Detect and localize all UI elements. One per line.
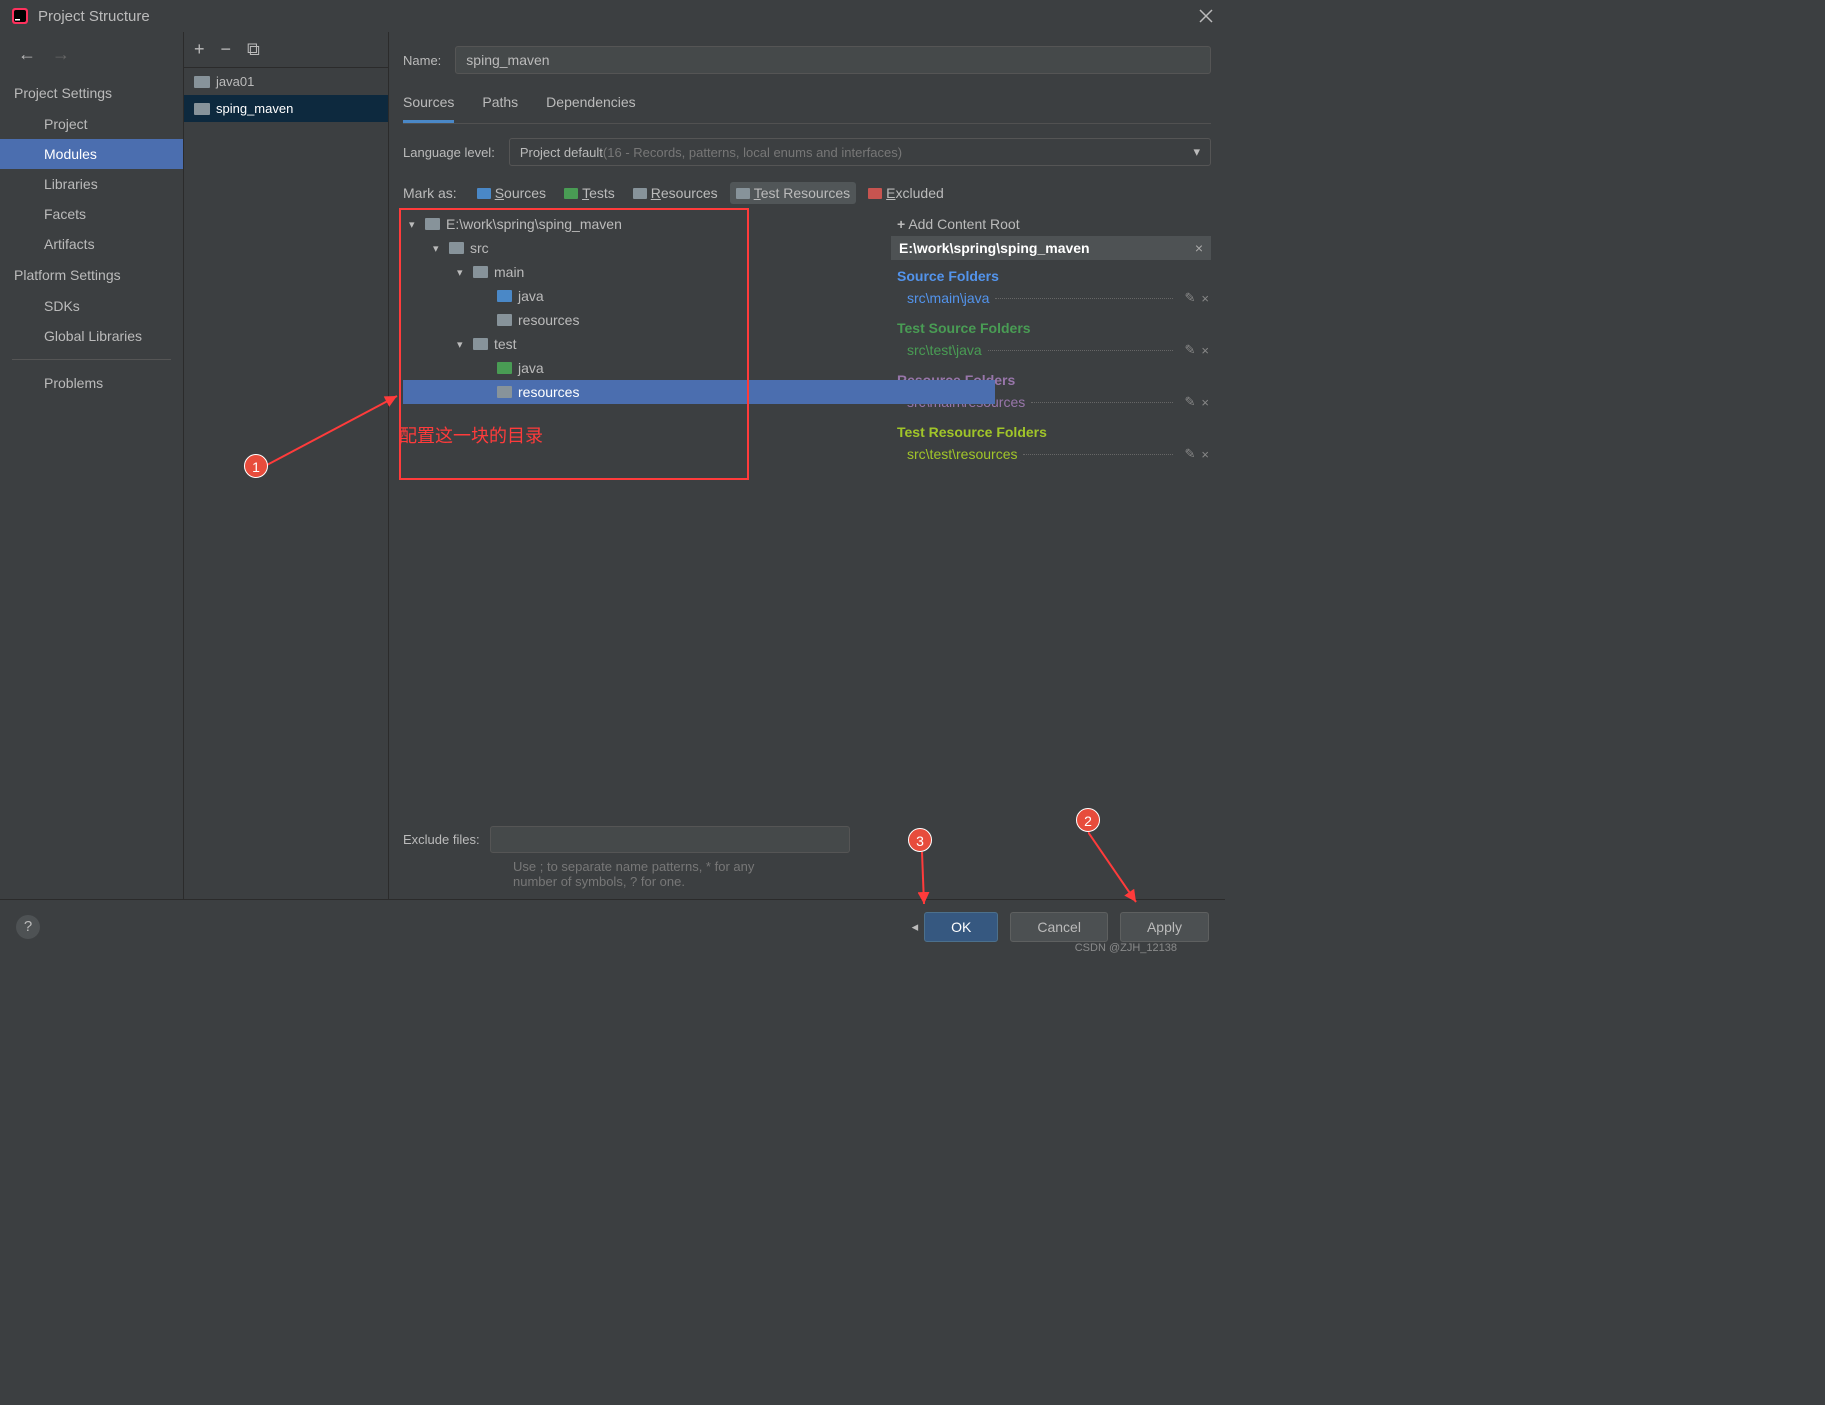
tree-row[interactable]: ▾E:\work\spring\sping_maven: [403, 212, 885, 236]
folder-section: Test Resource Folderssrc\test\resources✎…: [891, 416, 1211, 468]
sidebar-divider: [12, 359, 171, 360]
edit-icon[interactable]: ✎: [1185, 394, 1196, 410]
sidebar-item-global-libraries[interactable]: Global Libraries: [0, 321, 183, 351]
folder-icon: [194, 76, 210, 88]
close-icon[interactable]: [1199, 9, 1213, 23]
annotation-badge-1: 1: [244, 454, 268, 478]
mark-tests[interactable]: Tests: [558, 182, 621, 204]
remove-root-icon[interactable]: ×: [1195, 240, 1203, 256]
tree-row[interactable]: ▾main: [403, 260, 885, 284]
annotation-text-1: 配置这一块的目录: [399, 422, 885, 448]
language-level-label: Language level:: [403, 145, 495, 160]
edit-icon[interactable]: ✎: [1185, 290, 1196, 306]
module-item[interactable]: sping_maven: [184, 95, 388, 122]
folder-icon: [497, 386, 512, 398]
mark-resources[interactable]: Resources: [627, 182, 724, 204]
tree-row[interactable]: java: [403, 284, 885, 308]
section-platform-settings: Platform Settings: [0, 259, 183, 291]
sidebar-item-artifacts[interactable]: Artifacts: [0, 229, 183, 259]
annotation-badge-3: 3: [908, 828, 932, 852]
folder-icon: [473, 338, 488, 350]
sidebar-item-sdks[interactable]: SDKs: [0, 291, 183, 321]
exclude-hint: Use ; to separate name patterns, * for a…: [403, 859, 1211, 899]
section-project-settings: Project Settings: [0, 77, 183, 109]
nav-back-icon[interactable]: ←: [18, 44, 36, 65]
exclude-files-label: Exclude files:: [403, 832, 480, 847]
modules-column: + − ⧉ java01sping_maven: [184, 32, 389, 899]
sidebar-item-libraries[interactable]: Libraries: [0, 169, 183, 199]
module-item[interactable]: java01: [184, 68, 388, 95]
folder-icon: [477, 188, 491, 199]
folder-section: Test Source Folderssrc\test\java✎×: [891, 312, 1211, 364]
tree-row[interactable]: ▾src: [403, 236, 885, 260]
tree-row[interactable]: ▾test: [403, 332, 885, 356]
annotation-badge-2: 2: [1076, 808, 1100, 832]
close-icon[interactable]: ×: [1201, 395, 1209, 410]
watermark: CSDN @ZJH_12138: [1075, 942, 1177, 954]
edit-icon[interactable]: ✎: [1185, 446, 1196, 462]
mark-excluded[interactable]: Excluded: [862, 182, 950, 204]
sidebar-item-modules[interactable]: Modules: [0, 139, 183, 169]
chevron-down-icon: ▾: [409, 218, 419, 231]
edit-icon[interactable]: ✎: [1185, 342, 1196, 358]
tree-row[interactable]: java: [403, 356, 885, 380]
chevron-down-icon: ▾: [457, 266, 467, 279]
settings-sidebar: ← → Project Settings ProjectModulesLibra…: [0, 32, 184, 899]
add-content-root-button[interactable]: + Add Content Root: [891, 212, 1211, 236]
close-icon[interactable]: ×: [1201, 447, 1209, 462]
help-icon[interactable]: ?: [16, 915, 40, 939]
module-name-input[interactable]: [455, 46, 1211, 74]
apply-button[interactable]: Apply: [1120, 912, 1209, 942]
tab-paths[interactable]: Paths: [482, 94, 518, 123]
source-tree: ▾E:\work\spring\sping_maven▾src▾mainjava…: [403, 212, 885, 826]
chevron-down-icon: ▾: [457, 338, 467, 351]
module-tabs: Sources Paths Dependencies: [403, 94, 1211, 124]
folder-icon: [564, 188, 578, 199]
tab-dependencies[interactable]: Dependencies: [546, 94, 636, 123]
remove-module-icon[interactable]: −: [221, 39, 232, 60]
tree-row[interactable]: resources: [403, 380, 995, 404]
cancel-button[interactable]: Cancel: [1010, 912, 1108, 942]
folder-icon: [736, 188, 750, 199]
mark-sources[interactable]: Sources: [471, 182, 552, 204]
folder-icon: [633, 188, 647, 199]
folder-icon: [425, 218, 440, 230]
folder-section: Source Folderssrc\main\java✎×: [891, 260, 1211, 312]
tree-row[interactable]: resources: [403, 308, 885, 332]
content-root-path: E:\work\spring\sping_maven ×: [891, 236, 1211, 260]
exclude-files-input[interactable]: [490, 826, 850, 853]
window-title: Project Structure: [38, 8, 150, 25]
arrow-indicator-icon: ◂: [912, 919, 919, 935]
copy-module-icon[interactable]: ⧉: [247, 39, 260, 60]
folder-icon: [497, 362, 512, 374]
app-icon: [12, 8, 28, 24]
mark-test-resources[interactable]: Test Resources: [730, 182, 856, 204]
sidebar-item-facets[interactable]: Facets: [0, 199, 183, 229]
close-icon[interactable]: ×: [1201, 291, 1209, 306]
folder-icon: [497, 290, 512, 302]
folder-icon: [497, 314, 512, 326]
sidebar-item-project[interactable]: Project: [0, 109, 183, 139]
add-module-icon[interactable]: +: [194, 39, 205, 60]
name-label: Name:: [403, 53, 441, 68]
folder-icon: [449, 242, 464, 254]
language-level-select[interactable]: Project default (16 - Records, patterns,…: [509, 138, 1211, 166]
tab-sources[interactable]: Sources: [403, 94, 454, 123]
close-icon[interactable]: ×: [1201, 343, 1209, 358]
sidebar-item-problems[interactable]: Problems: [0, 368, 183, 398]
chevron-down-icon: ▾: [433, 242, 443, 255]
folder-icon: [868, 188, 882, 199]
folder-icon: [473, 266, 488, 278]
chevron-down-icon: ▾: [1193, 144, 1200, 160]
ok-button[interactable]: OK: [924, 912, 998, 942]
folder-icon: [194, 103, 210, 115]
mark-as-label: Mark as:: [403, 185, 457, 201]
nav-forward-icon: →: [52, 44, 70, 65]
